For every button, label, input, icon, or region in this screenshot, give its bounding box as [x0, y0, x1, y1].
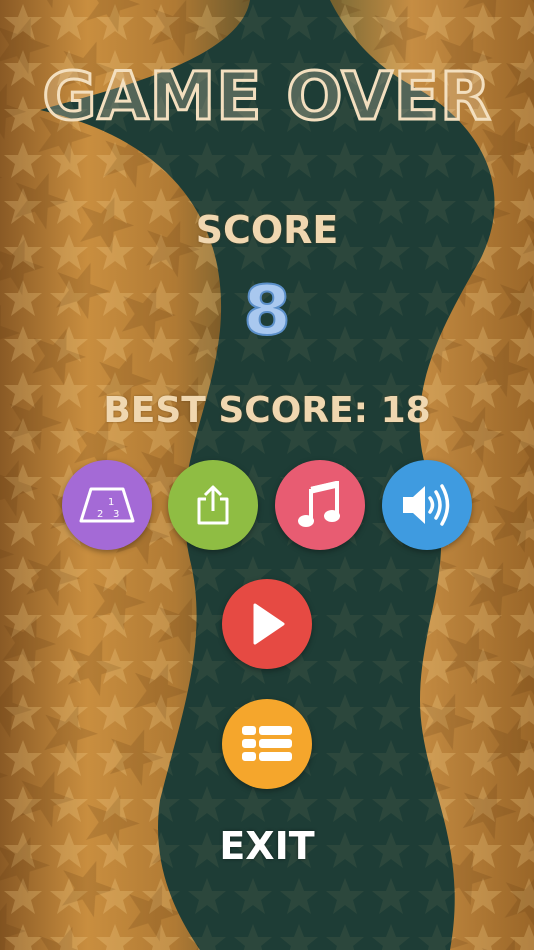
- levels-button[interactable]: 1 2 3: [62, 460, 152, 550]
- score-label: SCORE: [195, 208, 339, 252]
- play-button[interactable]: [222, 579, 312, 669]
- game-over-title: GAME OVER: [41, 57, 492, 137]
- svg-text:2: 2: [97, 509, 103, 520]
- speaker-icon: [403, 484, 450, 526]
- best-score-label: BEST SCORE: 18: [103, 390, 431, 431]
- share-button[interactable]: [168, 460, 258, 550]
- menu-grid-icon: [242, 726, 292, 761]
- svg-text:1: 1: [108, 497, 114, 508]
- level-select-icon: 1 2 3: [79, 487, 135, 523]
- share-icon: [197, 485, 229, 525]
- exit-button[interactable]: EXIT: [0, 824, 534, 868]
- score-value: 8: [242, 271, 291, 352]
- music-button[interactable]: [275, 460, 365, 550]
- sound-button[interactable]: [382, 460, 472, 550]
- music-note-icon: [298, 481, 340, 527]
- play-icon: [253, 603, 285, 645]
- menu-button[interactable]: [222, 699, 312, 789]
- svg-text:3: 3: [113, 509, 119, 520]
